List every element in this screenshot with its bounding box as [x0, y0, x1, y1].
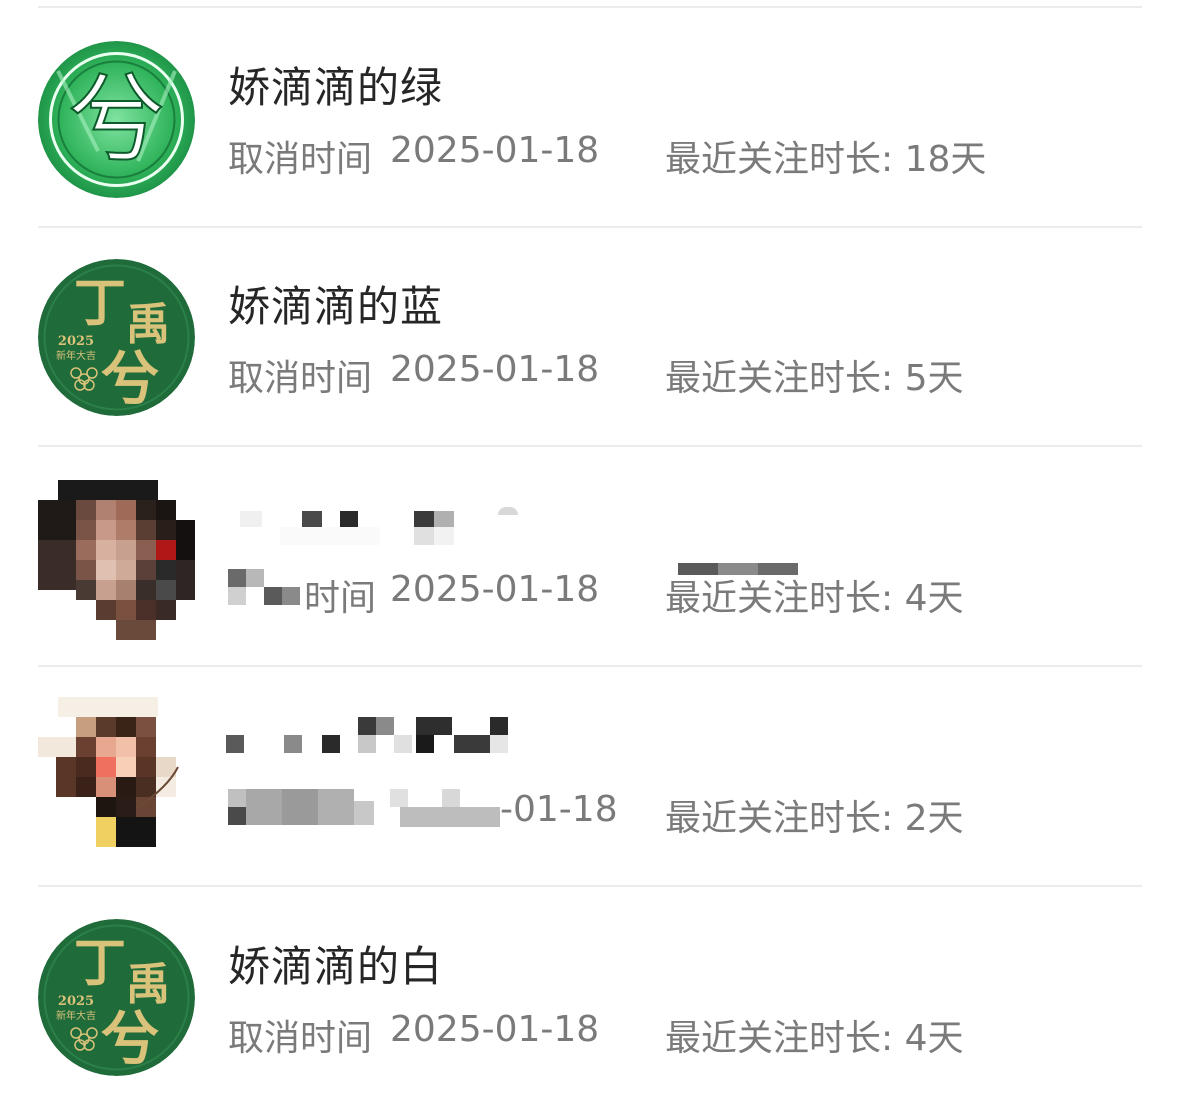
cancel-date: 2025-01-18	[390, 130, 600, 171]
svg-text:禹: 禹	[126, 299, 170, 350]
avatar[interactable]: 兮	[38, 41, 195, 198]
redacted-overlay	[678, 563, 828, 579]
follow-duration-value: 18天	[904, 139, 987, 180]
dark-green-seal-avatar-icon: 丁 禹 兮 2025 新年大吉	[38, 259, 195, 416]
list-item[interactable]: -01-18 最近关注时长: 2天	[0, 667, 1179, 885]
follow-duration: 最近关注时长: 18天	[665, 130, 986, 182]
list-item[interactable]: 丁 禹 兮 2025 新年大吉 娇滴滴的蓝 取消时间 2025-01-18 最近…	[0, 227, 1179, 445]
pixelated-avatar[interactable]	[38, 697, 195, 857]
svg-text:丁: 丁	[74, 273, 126, 334]
follow-duration-label: 最近关注时长:	[665, 358, 894, 399]
follow-duration-label: 最近关注时长:	[665, 798, 894, 839]
avatar[interactable]: 丁 禹 兮 2025 新年大吉	[38, 919, 195, 1076]
redacted-user-name	[226, 717, 516, 757]
cancel-date: 2025-01-18	[390, 569, 600, 610]
follow-duration-value: 4天	[904, 1018, 964, 1059]
svg-text:丁: 丁	[74, 933, 126, 994]
svg-text:禹: 禹	[126, 959, 170, 1010]
svg-text:兮: 兮	[69, 64, 165, 176]
svg-text:新年大吉: 新年大吉	[56, 349, 96, 362]
green-badge-avatar-icon: 兮	[38, 41, 195, 198]
cancel-date: -01-18	[500, 789, 618, 830]
unfollowed-list: 兮 娇滴滴的绿 取消时间 2025-01-18 最近关注时长: 18天 丁 禹 …	[0, 0, 1179, 1095]
user-name: 娇滴滴的白	[228, 942, 444, 991]
svg-text:2025: 2025	[58, 994, 94, 1009]
redacted-user-name	[240, 507, 540, 547]
cancel-date: 2025-01-18	[390, 1009, 600, 1050]
user-name: 娇滴滴的蓝	[228, 282, 444, 331]
list-item[interactable]: 兮 娇滴滴的绿 取消时间 2025-01-18 最近关注时长: 18天	[0, 8, 1179, 226]
avatar[interactable]: 丁 禹 兮 2025 新年大吉	[38, 259, 195, 416]
cancel-time-label: 时间	[304, 578, 377, 619]
follow-duration-value: 5天	[904, 358, 964, 399]
pixelated-photo-avatar-icon	[38, 480, 195, 640]
redacted-label	[228, 789, 378, 829]
user-name: 娇滴滴的绿	[228, 63, 444, 112]
list-item[interactable]: 丁 禹 兮 2025 新年大吉 娇滴滴的白 取消时间 2025-01-18 最近…	[0, 887, 1179, 1105]
pixelated-photo-avatar-icon	[38, 697, 179, 847]
cancel-time-label: 取消时间	[228, 139, 373, 180]
list-item[interactable]: 时间 2025-01-18 最近关注时长: 4天	[0, 447, 1179, 665]
svg-text:2025: 2025	[58, 334, 94, 349]
svg-text:新年大吉: 新年大吉	[56, 1009, 96, 1022]
svg-text:兮: 兮	[101, 1005, 159, 1073]
follow-duration-label: 最近关注时长:	[665, 139, 894, 180]
dark-green-seal-avatar-icon: 丁 禹 兮 2025 新年大吉	[38, 919, 195, 1076]
follow-duration-label: 最近关注时长:	[665, 1018, 894, 1059]
redacted-label	[228, 569, 302, 609]
redacted-date	[390, 789, 500, 829]
follow-duration: 最近关注时长: 2天	[665, 789, 964, 841]
follow-duration-label: 最近关注时长:	[665, 578, 894, 619]
follow-duration: 最近关注时长: 5天	[665, 349, 964, 401]
svg-text:兮: 兮	[101, 345, 159, 413]
pixelated-avatar[interactable]	[38, 480, 195, 640]
cancel-date: 2025-01-18	[390, 349, 600, 390]
follow-duration: 最近关注时长: 4天	[665, 1009, 964, 1061]
cancel-time-label: 取消时间	[228, 358, 373, 399]
follow-duration-value: 4天	[904, 578, 964, 619]
cancel-time-label: 取消时间	[228, 1018, 373, 1059]
follow-duration-value: 2天	[904, 798, 964, 839]
